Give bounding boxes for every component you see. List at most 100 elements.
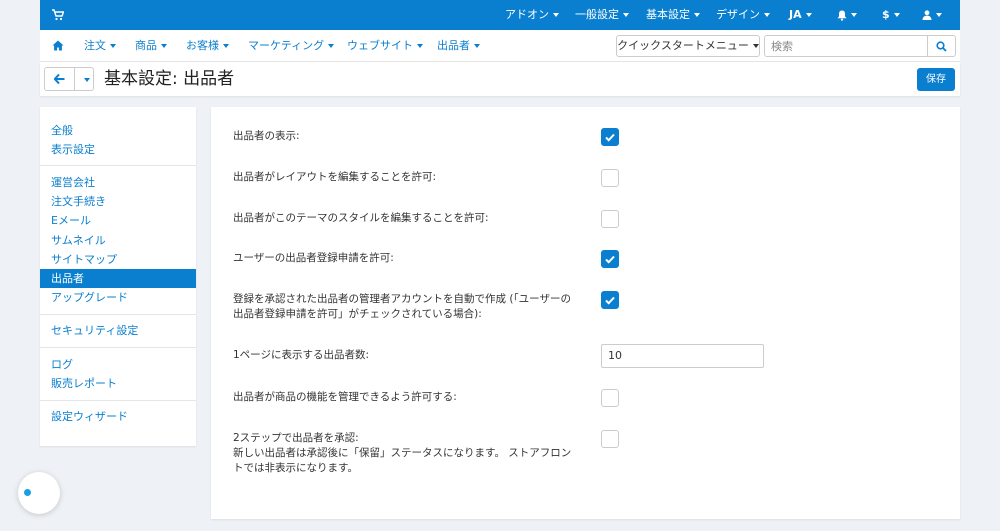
arrow-left-icon: [54, 74, 65, 84]
nav-marketing-label: マーケティング: [248, 39, 325, 52]
nav-website-label: ウェブサイト: [347, 39, 413, 52]
sidebar-item-general[interactable]: 全般: [40, 121, 196, 140]
save-button[interactable]: 保存: [917, 68, 955, 91]
checkmark-icon: [605, 255, 615, 264]
chevron-down-icon: [223, 44, 229, 48]
menu-addons-label: アドオン: [505, 8, 549, 21]
sidebar-divider: [40, 165, 196, 166]
nav-website[interactable]: ウェブサイト: [347, 30, 423, 62]
setting-checkbox[interactable]: [601, 128, 619, 146]
setting-label: 登録を承認された出品者の管理者アカウントを自動で作成 (「ユーザーの出品者登録申…: [233, 293, 571, 320]
nav-products[interactable]: 商品: [135, 30, 167, 62]
checkmark-icon: [605, 296, 615, 305]
chevron-down-icon: [328, 44, 335, 48]
cart-icon[interactable]: [52, 9, 64, 21]
nav-customers-label: お客様: [186, 39, 219, 52]
sidebar-item-sales-reports[interactable]: 販売レポート: [40, 374, 196, 393]
quick-start-label: クイックスタートメニュー: [617, 39, 749, 52]
chevron-down-icon: [805, 13, 812, 17]
sidebar-item-sitemap[interactable]: サイトマップ: [40, 250, 196, 269]
nav-vendors[interactable]: 出品者: [437, 30, 480, 62]
page-title: 基本設定: 出品者: [104, 69, 235, 89]
sidebar-item-logs[interactable]: ログ: [40, 355, 196, 374]
search-icon: [936, 41, 947, 52]
vendors-per-page-input[interactable]: 10: [601, 344, 764, 368]
menu-basic-settings[interactable]: 基本設定: [646, 0, 700, 30]
sidebar-item-checkout[interactable]: 注文手続き: [40, 192, 196, 211]
chevron-down-icon: [553, 13, 559, 17]
chevron-down-icon: [474, 44, 480, 48]
home-icon[interactable]: [52, 40, 64, 51]
chevron-down-icon: [161, 44, 167, 48]
menu-currency-label: $: [882, 8, 890, 21]
sidebar-divider: [40, 400, 196, 401]
sidebar-item-vendors[interactable]: 出品者: [40, 269, 196, 288]
chevron-down-icon: [752, 44, 759, 48]
sidebar-item-company[interactable]: 運営会社: [40, 173, 196, 192]
sidebar-item-security[interactable]: セキュリティ設定: [40, 321, 196, 340]
chevron-down-icon: [417, 44, 423, 48]
menu-basic-settings-label: 基本設定: [646, 8, 690, 21]
widget-logo-icon: [24, 489, 31, 496]
setting-label: 出品者がこのテーマのスタイルを編集することを許可:: [233, 212, 489, 224]
setting-label: 出品者が商品の機能を管理できるよう許可する:: [233, 391, 457, 403]
menu-notifications[interactable]: [837, 0, 857, 30]
chevron-down-icon: [893, 13, 900, 17]
setting-checkbox[interactable]: [601, 430, 619, 448]
sidebar-item-emails[interactable]: Eメール: [40, 211, 196, 230]
nav-orders-label: 注文: [84, 39, 106, 52]
main-navbar: 注文 商品 お客様 マーケティング ウェブサイト 出品者 クイックスタートメニュ…: [40, 30, 960, 62]
settings-sidebar: 全般 表示設定 運営会社 注文手続き Eメール サムネイル サイトマップ 出品者…: [40, 107, 196, 446]
user-icon: [922, 10, 932, 20]
page-header: 基本設定: 出品者 保存: [40, 62, 960, 96]
setting-label: 出品者がレイアウトを編集することを許可:: [233, 171, 437, 183]
bell-icon: [837, 10, 847, 21]
nav-vendors-label: 出品者: [437, 39, 470, 52]
menu-addons[interactable]: アドオン: [505, 0, 559, 30]
sidebar-item-upgrade[interactable]: アップグレード: [40, 288, 196, 307]
setting-checkbox[interactable]: [601, 389, 619, 407]
menu-currency[interactable]: $: [882, 0, 900, 30]
sidebar-item-thumbnails[interactable]: サムネイル: [40, 231, 196, 250]
back-button[interactable]: [44, 67, 94, 91]
setting-checkbox[interactable]: [601, 291, 619, 309]
menu-user[interactable]: [922, 0, 942, 30]
chevron-down-icon: [694, 13, 700, 17]
sidebar-divider: [40, 347, 196, 348]
chevron-down-icon: [764, 13, 770, 17]
setting-checkbox[interactable]: [601, 250, 619, 268]
button-divider: [74, 68, 75, 90]
menu-general-settings[interactable]: 一般設定: [575, 0, 629, 30]
chevron-down-icon: [110, 44, 116, 48]
sidebar-divider: [40, 314, 196, 315]
help-widget[interactable]: [18, 472, 60, 514]
settings-panel: 出品者の表示: 出品者がレイアウトを編集することを許可: 出品者がこのテーマのス…: [211, 107, 960, 519]
nav-products-label: 商品: [135, 39, 157, 52]
chevron-down-icon[interactable]: [84, 78, 90, 82]
menu-general-settings-label: 一般設定: [575, 8, 619, 21]
setting-label: 出品者の表示:: [233, 130, 300, 142]
setting-note: 新しい出品者は承認後に「保留」ステータスになります。 ストアフロントでは非表示に…: [233, 447, 572, 474]
setting-label: ユーザーの出品者登録申請を許可:: [233, 252, 394, 264]
setting-checkbox[interactable]: [601, 210, 619, 228]
setting-label: 1ページに表示する出品者数:: [233, 349, 370, 361]
nav-customers[interactable]: お客様: [186, 30, 229, 62]
sidebar-item-settings-wizard[interactable]: 設定ウィザード: [40, 407, 196, 426]
nav-orders[interactable]: 注文: [84, 30, 116, 62]
search-input[interactable]: [764, 35, 928, 57]
menu-language-label: JA: [789, 8, 802, 21]
checkmark-icon: [605, 133, 615, 142]
chevron-down-icon: [623, 13, 629, 17]
chevron-down-icon: [851, 13, 857, 17]
quick-start-menu-button[interactable]: クイックスタートメニュー: [616, 35, 760, 57]
chevron-down-icon: [936, 13, 942, 17]
top-bar: アドオン 一般設定 基本設定 デザイン JA $: [40, 0, 960, 30]
menu-design-label: デザイン: [716, 8, 760, 21]
sidebar-item-appearance[interactable]: 表示設定: [40, 140, 196, 159]
search-button[interactable]: [928, 35, 956, 57]
menu-design[interactable]: デザイン: [716, 0, 770, 30]
menu-language[interactable]: JA: [789, 0, 812, 30]
nav-marketing[interactable]: マーケティング: [248, 30, 335, 62]
setting-checkbox[interactable]: [601, 169, 619, 187]
setting-label: 2ステップで出品者を承認:: [233, 432, 359, 444]
